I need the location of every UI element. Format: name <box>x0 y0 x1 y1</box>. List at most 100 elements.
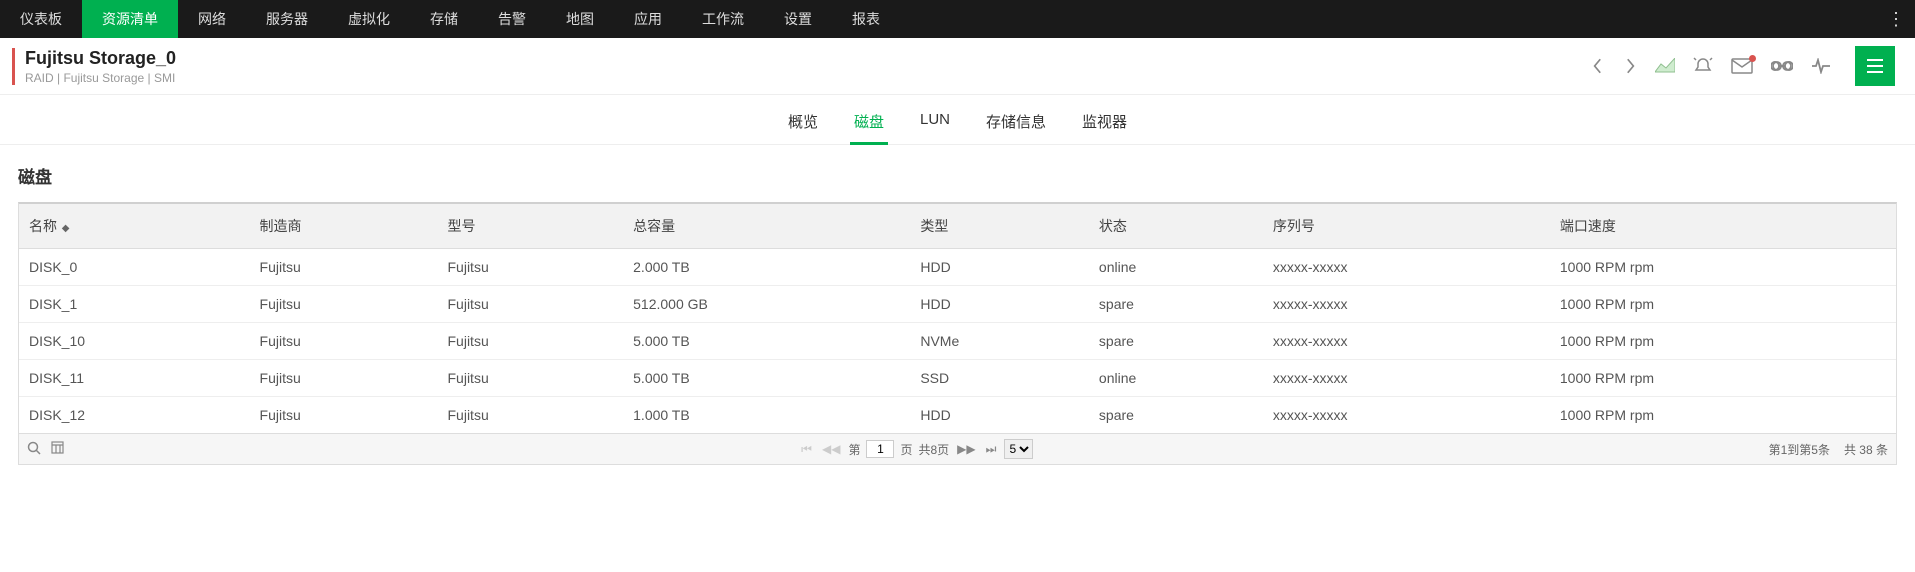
cell-name: DISK_0 <box>19 249 250 286</box>
cell-name: DISK_1 <box>19 286 250 323</box>
total-label: 共 38 条 <box>1844 441 1888 458</box>
cell-type: NVMe <box>910 323 1089 360</box>
cell-status: spare <box>1089 397 1263 434</box>
cell-port: 1000 RPM rpm <box>1550 397 1896 434</box>
col-header-0[interactable]: 名称 ◆ <box>19 204 250 249</box>
table-row[interactable]: DISK_1FujitsuFujitsu512.000 GBHDDsparexx… <box>19 286 1896 323</box>
first-page-icon[interactable]: ⏮ <box>799 442 814 457</box>
cell-serial: xxxxx-xxxxx <box>1263 249 1550 286</box>
more-icon[interactable]: ⋮ <box>1887 0 1905 38</box>
cell-serial: xxxxx-xxxxx <box>1263 286 1550 323</box>
page-header: Fujitsu Storage_0 RAID | Fujitsu Storage… <box>0 38 1915 95</box>
cell-serial: xxxxx-xxxxx <box>1263 397 1550 434</box>
top-nav: 仪表板资源清单网络服务器虚拟化存储告警地图应用工作流设置报表 ⋮ <box>0 0 1915 38</box>
nav-item-7[interactable]: 地图 <box>546 0 614 38</box>
cell-status: online <box>1089 249 1263 286</box>
nav-item-3[interactable]: 服务器 <box>246 0 328 38</box>
prev-icon[interactable] <box>1591 57 1605 75</box>
alarm-icon[interactable] <box>1693 57 1713 75</box>
page-prefix: 第 <box>848 441 860 458</box>
disk-table-wrap: 名称 ◆制造商型号总容量类型状态序列号端口速度 DISK_0FujitsuFuj… <box>18 202 1897 434</box>
total-pages: 共8页 <box>918 441 949 458</box>
chart-icon[interactable] <box>1655 58 1675 74</box>
subtab-3[interactable]: 存储信息 <box>982 101 1050 144</box>
cell-type: HDD <box>910 249 1089 286</box>
search-icon[interactable] <box>27 441 41 458</box>
nav-item-0[interactable]: 仪表板 <box>0 0 82 38</box>
activity-icon[interactable] <box>1811 58 1831 74</box>
next-page-icon[interactable]: ▶▶ <box>955 442 977 456</box>
breadcrumb: RAID | Fujitsu Storage | SMI <box>25 71 176 85</box>
pager: ⏮ ◀◀ 第 页 共8页 ▶▶ ⏭ 5 <box>799 439 1033 459</box>
subtab-0[interactable]: 概览 <box>784 101 822 144</box>
col-header-6[interactable]: 序列号 <box>1263 204 1550 249</box>
cell-status: spare <box>1089 323 1263 360</box>
col-header-2[interactable]: 型号 <box>438 204 624 249</box>
cell-cap: 2.000 TB <box>623 249 910 286</box>
col-header-7[interactable]: 端口速度 <box>1550 204 1896 249</box>
disk-section: 磁盘 名称 ◆制造商型号总容量类型状态序列号端口速度 DISK_0Fujitsu… <box>0 145 1915 471</box>
page-title: Fujitsu Storage_0 <box>25 48 176 69</box>
next-icon[interactable] <box>1623 57 1637 75</box>
table-header-row: 名称 ◆制造商型号总容量类型状态序列号端口速度 <box>19 204 1896 249</box>
cell-cap: 1.000 TB <box>623 397 910 434</box>
cell-name: DISK_12 <box>19 397 250 434</box>
sub-tabs: 概览磁盘 LUN 存储信息监视器 <box>0 101 1915 145</box>
nav-item-10[interactable]: 设置 <box>764 0 832 38</box>
nav-item-6[interactable]: 告警 <box>478 0 546 38</box>
header-toolbar <box>1591 46 1895 86</box>
col-header-1[interactable]: 制造商 <box>250 204 438 249</box>
cell-type: HDD <box>910 286 1089 323</box>
columns-icon[interactable] <box>51 441 64 457</box>
cell-mfr: Fujitsu <box>250 323 438 360</box>
subtab-2[interactable]: LUN <box>916 101 954 144</box>
cell-serial: xxxxx-xxxxx <box>1263 323 1550 360</box>
cell-port: 1000 RPM rpm <box>1550 249 1896 286</box>
cell-name: DISK_10 <box>19 323 250 360</box>
page-input[interactable] <box>866 440 894 458</box>
prev-page-icon[interactable]: ◀◀ <box>820 442 842 456</box>
cell-mfr: Fujitsu <box>250 397 438 434</box>
col-header-5[interactable]: 状态 <box>1089 204 1263 249</box>
nav-item-9[interactable]: 工作流 <box>682 0 764 38</box>
cell-serial: xxxxx-xxxxx <box>1263 360 1550 397</box>
nav-item-2[interactable]: 网络 <box>178 0 246 38</box>
subtab-4[interactable]: 监视器 <box>1078 101 1131 144</box>
nav-item-5[interactable]: 存储 <box>410 0 478 38</box>
col-header-4[interactable]: 类型 <box>910 204 1089 249</box>
cell-type: HDD <box>910 397 1089 434</box>
cell-cap: 512.000 GB <box>623 286 910 323</box>
nav-item-11[interactable]: 报表 <box>832 0 900 38</box>
cell-model: Fujitsu <box>438 360 624 397</box>
hamburger-button[interactable] <box>1855 46 1895 86</box>
table-row[interactable]: DISK_10FujitsuFujitsu5.000 TBNVMesparexx… <box>19 323 1896 360</box>
page-size-select[interactable]: 5 <box>1004 439 1033 459</box>
cell-status: spare <box>1089 286 1263 323</box>
mail-icon[interactable] <box>1731 58 1753 74</box>
nav-item-8[interactable]: 应用 <box>614 0 682 38</box>
table-row[interactable]: DISK_0FujitsuFujitsu2.000 TBHDDonlinexxx… <box>19 249 1896 286</box>
cell-mfr: Fujitsu <box>250 249 438 286</box>
cell-name: DISK_11 <box>19 360 250 397</box>
cell-model: Fujitsu <box>438 397 624 434</box>
cell-cap: 5.000 TB <box>623 323 910 360</box>
section-title: 磁盘 <box>18 163 1897 188</box>
cell-model: Fujitsu <box>438 323 624 360</box>
table-row[interactable]: DISK_11FujitsuFujitsu5.000 TBSSDonlinexx… <box>19 360 1896 397</box>
subtab-1[interactable]: 磁盘 <box>850 101 888 144</box>
link-icon[interactable] <box>1771 59 1793 73</box>
title-block: Fujitsu Storage_0 RAID | Fujitsu Storage… <box>12 48 176 85</box>
cell-model: Fujitsu <box>438 249 624 286</box>
nav-item-1[interactable]: 资源清单 <box>82 0 178 38</box>
cell-status: online <box>1089 360 1263 397</box>
col-header-3[interactable]: 总容量 <box>623 204 910 249</box>
nav-item-4[interactable]: 虚拟化 <box>328 0 410 38</box>
table-body: DISK_0FujitsuFujitsu2.000 TBHDDonlinexxx… <box>19 249 1896 434</box>
cell-model: Fujitsu <box>438 286 624 323</box>
cell-mfr: Fujitsu <box>250 360 438 397</box>
last-page-icon[interactable]: ⏭ <box>984 442 999 457</box>
range-label: 第1到第5条 <box>1769 441 1830 458</box>
cell-port: 1000 RPM rpm <box>1550 360 1896 397</box>
cell-port: 1000 RPM rpm <box>1550 286 1896 323</box>
table-row[interactable]: DISK_12FujitsuFujitsu1.000 TBHDDsparexxx… <box>19 397 1896 434</box>
